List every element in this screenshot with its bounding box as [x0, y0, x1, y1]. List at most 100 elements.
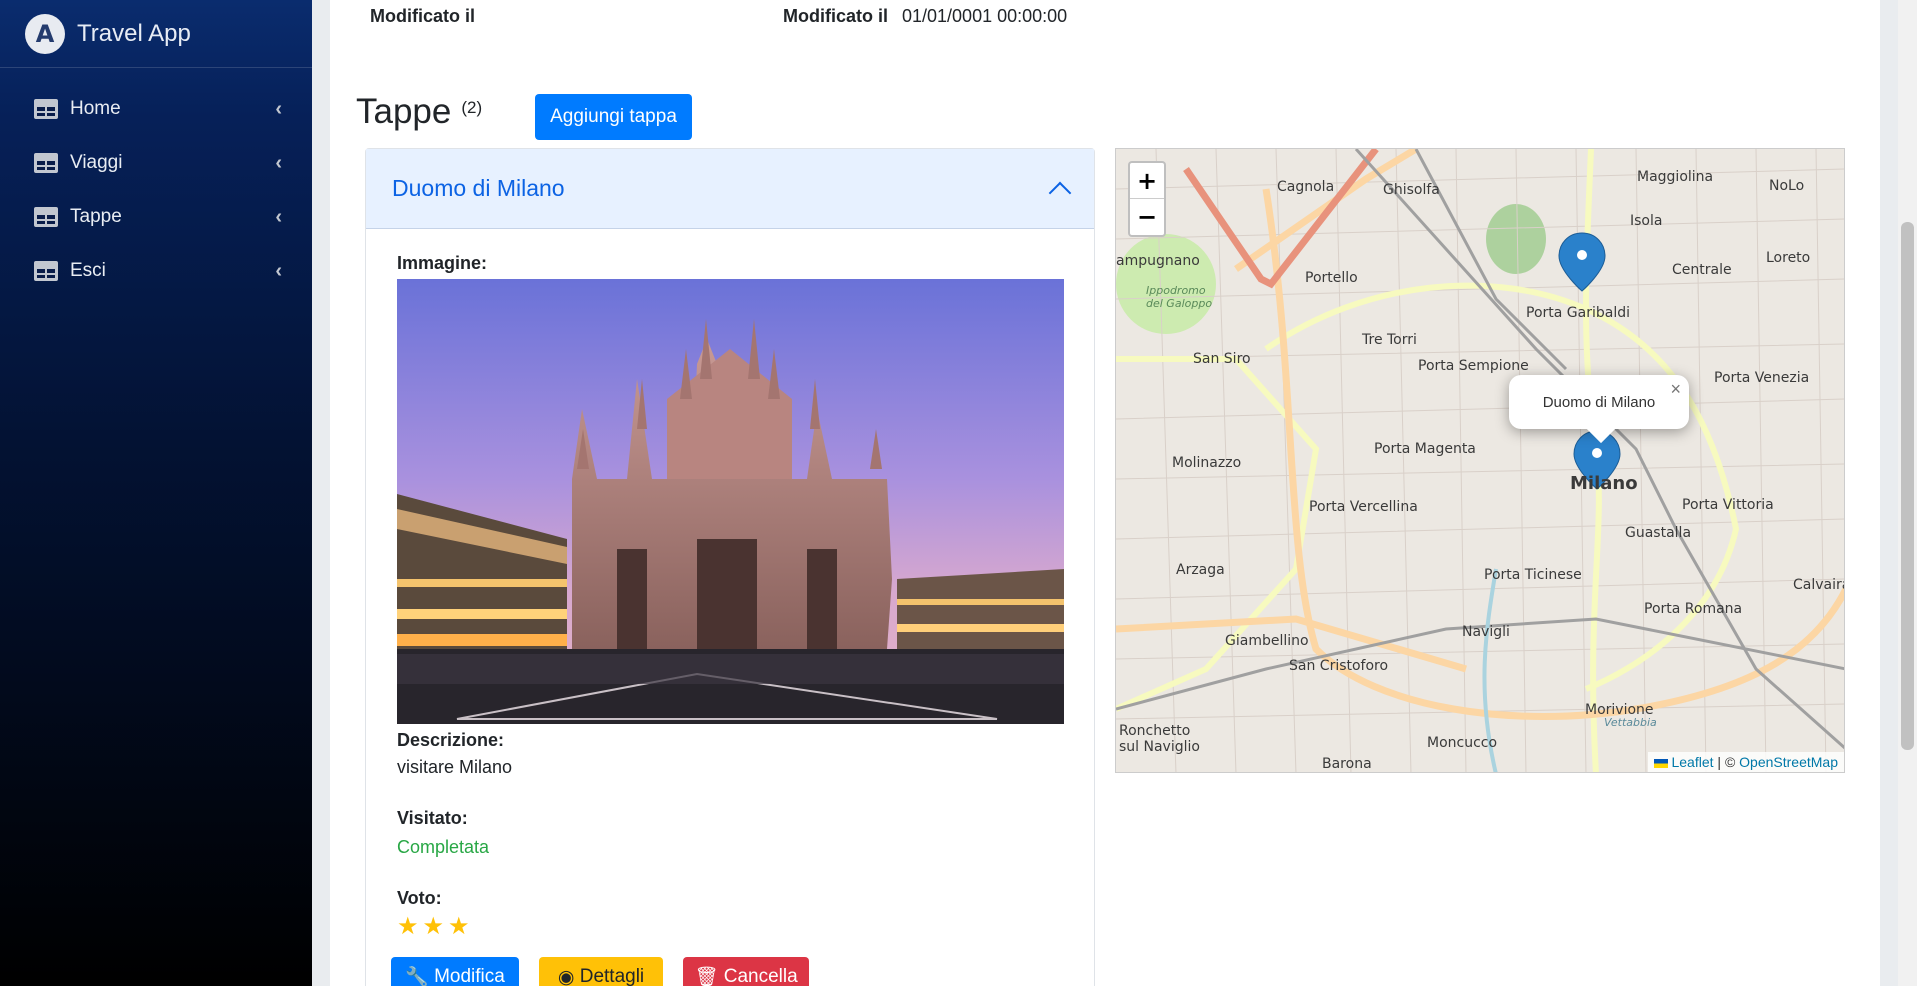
map-label: Ronchetto sul Naviglio: [1119, 723, 1200, 755]
rating-label: Voto:: [397, 888, 442, 908]
map-label: Tre Torri: [1362, 332, 1417, 348]
map-label: Loreto: [1766, 250, 1811, 266]
map-label: Molinazzo: [1172, 455, 1242, 471]
star-icon: ★: [397, 913, 419, 940]
map-label: Porta Romana: [1644, 601, 1743, 617]
modified-value: 01/01/0001 00:00:00: [902, 6, 1068, 26]
table-icon: [34, 207, 58, 227]
stop-image: [397, 279, 1064, 724]
app-name: Travel App: [77, 19, 191, 47]
scrollbar-thumb[interactable]: [1901, 222, 1914, 750]
map-label: Porta Ticinese: [1484, 567, 1582, 583]
map-attribution: Leaflet | © OpenStreetMap: [1647, 752, 1844, 772]
map-label: Giambellino: [1225, 633, 1309, 649]
brand[interactable]: A Travel App: [0, 0, 312, 68]
edit-button[interactable]: 🔧 Modifica: [391, 957, 519, 986]
chevron-left-icon: ‹: [275, 259, 282, 282]
sidebar-item-viaggi[interactable]: Viaggi ‹: [0, 136, 312, 190]
sidebar-item-label: Esci: [70, 260, 106, 281]
visited-status: Completata: [397, 837, 490, 857]
modified-label: Modificato il: [370, 6, 475, 26]
sidebar-item-tappe[interactable]: Tappe ‹: [0, 190, 312, 244]
map-label: Porta Magenta: [1374, 441, 1476, 457]
wrench-icon: 🔧: [405, 967, 435, 986]
map[interactable]: Cagnola Ghisolfa Maggiolina NoLo Isola L…: [1115, 148, 1845, 773]
stop-title: Duomo di Milano: [392, 175, 565, 201]
close-icon[interactable]: ×: [1670, 379, 1681, 400]
map-label: Porta Vittoria: [1682, 497, 1774, 513]
sidebar-item-label: Home: [70, 98, 121, 119]
stop-card: Duomo di Milano Immagine: Descrizione: v…: [365, 148, 1095, 986]
edit-button-label: Modifica: [434, 966, 505, 986]
map-label: Moncucco: [1427, 735, 1498, 751]
delete-button-label: Cancella: [723, 966, 798, 986]
tappe-header: Tappe (2) Aggiungi tappa: [356, 92, 692, 140]
chevron-left-icon: ‹: [275, 97, 282, 120]
map-label: Porta Vercellina: [1309, 499, 1418, 515]
chevron-left-icon: ‹: [275, 151, 282, 174]
map-label: Porta Venezia: [1714, 370, 1810, 386]
star-icon: ★: [448, 913, 470, 940]
map-popup: Duomo di Milano ×: [1509, 375, 1689, 444]
osm-link[interactable]: OpenStreetMap: [1739, 754, 1838, 770]
table-icon: [34, 99, 58, 119]
map-label: Guastalla: [1625, 525, 1692, 541]
map-label: NoLo: [1769, 178, 1805, 194]
sidebar-item-home[interactable]: Home ‹: [0, 82, 312, 136]
sidebar-item-esci[interactable]: Esci ‹: [0, 244, 312, 298]
map-label: Cagnola: [1277, 179, 1335, 195]
image-label: Immagine:: [397, 253, 488, 273]
zoom-out-button[interactable]: −: [1130, 199, 1164, 235]
modified-row: Modificato il Modificato il 01/01/0001 0…: [370, 6, 1880, 28]
zoom-in-button[interactable]: +: [1130, 163, 1164, 199]
map-label: Porta Sempione: [1418, 358, 1529, 374]
map-label: Centrale: [1672, 262, 1732, 278]
modified-label: Modificato il: [783, 6, 888, 26]
map-label: Porta Garibaldi: [1526, 305, 1630, 321]
app-logo: A: [25, 13, 65, 54]
accordion-body: Immagine: Descrizione: visitare Milano V…: [366, 229, 1094, 986]
details-button[interactable]: ◉ Dettagli: [539, 957, 663, 986]
map-label: Milano: [1570, 473, 1638, 494]
map-label: ampugnano: [1116, 253, 1200, 269]
map-label: Barona: [1322, 756, 1372, 772]
section-title: Tappe: [356, 92, 452, 131]
star-icon: ★: [422, 913, 445, 940]
zoom-control: + −: [1128, 161, 1166, 237]
chevron-left-icon: ‹: [275, 205, 282, 228]
leaflet-link[interactable]: Leaflet: [1671, 754, 1713, 770]
sidebar: A Travel App Home ‹ Viaggi ‹ Tappe ‹ Esc…: [0, 0, 312, 986]
description-value: visitare Milano: [397, 757, 513, 777]
stop-actions: 🔧 Modifica ◉ Dettagli 🗑 Cancella: [391, 957, 1063, 986]
accordion-header[interactable]: Duomo di Milano: [366, 149, 1094, 229]
popup-text: Duomo di Milano: [1542, 393, 1656, 411]
sidebar-item-label: Viaggi: [70, 152, 123, 173]
table-icon: [34, 153, 58, 173]
delete-button[interactable]: 🗑 Cancella: [683, 957, 809, 986]
map-label: Maggiolina: [1637, 169, 1714, 185]
eye-icon: ◉: [557, 966, 580, 986]
map-label: Navigli: [1462, 624, 1510, 640]
description-label: Descrizione:: [397, 730, 505, 750]
details-button-label: Dettagli: [579, 966, 645, 986]
map-label: San Siro: [1193, 351, 1251, 367]
map-label: Portello: [1305, 270, 1358, 286]
chevron-up-icon: [1048, 181, 1072, 204]
sidebar-item-label: Tappe: [70, 206, 122, 227]
page-scrollbar[interactable]: [1898, 0, 1917, 986]
map-label: Ippodromo del Galoppo: [1146, 284, 1213, 310]
map-label: San Cristoforo: [1289, 658, 1389, 674]
ukraine-flag-icon: [1653, 758, 1668, 768]
rating-stars: ★ ★ ★: [397, 915, 1063, 939]
table-icon: [34, 261, 58, 281]
map-label: Isola: [1630, 213, 1663, 229]
trash-icon: 🗑: [694, 967, 724, 986]
main-content: Modificato il Modificato il 01/01/0001 0…: [330, 0, 1880, 986]
map-label: Vettabbia: [1604, 716, 1657, 729]
map-label: Arzaga: [1176, 562, 1225, 578]
sidebar-nav: Home ‹ Viaggi ‹ Tappe ‹ Esci ‹: [0, 82, 312, 298]
tappe-count: (2): [461, 98, 483, 117]
attribution-separator: | ©: [1713, 754, 1740, 770]
map-label: Ghisolfa: [1383, 182, 1440, 198]
add-stop-button[interactable]: Aggiungi tappa: [535, 94, 692, 140]
